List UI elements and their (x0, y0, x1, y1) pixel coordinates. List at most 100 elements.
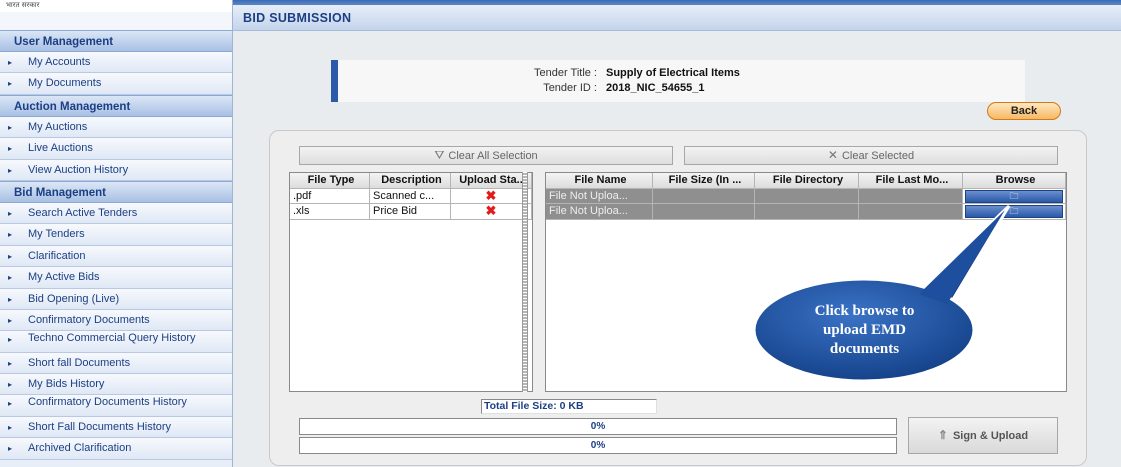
arrow-icon: ▸ (8, 208, 13, 218)
browse-folder-button[interactable]: 🗀 (965, 189, 1063, 203)
description-cell: Price Bid (370, 204, 451, 220)
total-file-size: Total File Size: 0 KB (481, 399, 657, 414)
arrow-icon: ▸ (8, 58, 13, 67)
tender-title-value: Supply of Electrical Items (606, 67, 740, 79)
sign-and-upload-label: Sign & Upload (952, 430, 1029, 442)
table-row[interactable]: .pdf Scanned c... ✖ (290, 188, 532, 204)
sidebar-item-label: My Accounts (28, 56, 91, 68)
upload-status-error-icon: ✖ (451, 204, 532, 220)
table-row[interactable]: .xls Price Bid ✖ (290, 204, 532, 220)
arrow-icon: ▸ (8, 230, 13, 240)
sidebar-item-label: My Tenders (28, 228, 85, 241)
sign-and-upload-button[interactable]: ⇑ Sign & Upload (908, 417, 1058, 454)
table-row[interactable]: File Not Uploa... 🗀 (546, 204, 1066, 220)
arrow-icon: ▸ (8, 165, 13, 175)
sidebar-item-label: Short Fall Documents History (28, 420, 172, 433)
tender-title-row: Tender Title : Supply of Electrical Item… (338, 67, 1025, 81)
upload-progress-bar-2: 0% (299, 437, 897, 454)
table-header: File Type Description Upload Sta... (290, 173, 532, 189)
column-header-description[interactable]: Description (370, 173, 451, 189)
file-size-cell (653, 204, 755, 220)
sidebar-item-label: Archived Clarification (28, 442, 132, 455)
arrow-icon: ▸ (8, 79, 13, 89)
column-header-file-directory[interactable]: File Directory (755, 173, 859, 189)
file-last-modified-cell (859, 188, 963, 204)
section-user-management: User Management (0, 30, 232, 52)
column-header-browse: Browse (963, 173, 1066, 189)
sidebar-item-label: Confirmatory Documents (28, 313, 150, 326)
browse-folder-button[interactable]: 🗀 (965, 205, 1063, 218)
sidebar-item-label: Bid Opening (Live) (28, 292, 120, 305)
sidebar-item-clarification[interactable]: ▸ Clarification (0, 245, 232, 268)
sidebar-item-label: Search Active Tenders (28, 206, 138, 219)
sidebar-item-label: Short fall Documents (28, 356, 131, 369)
clear-selected-label: Clear Selected (841, 150, 915, 162)
sidebar-item-label: Live Auctions (28, 142, 93, 155)
callout-text: Click browse to upload EMD documents (814, 302, 915, 357)
arrow-icon: ▸ (8, 294, 13, 304)
sidebar-item-my-auctions[interactable]: ▸ My Auctions (0, 116, 232, 139)
sidebar-item-label: My Bids History (28, 378, 105, 391)
sidebar-item-my-documents[interactable]: ▸ My Documents (0, 73, 232, 95)
section-bid-management: Bid Management (0, 180, 232, 203)
page-title: BID SUBMISSION (233, 5, 1121, 31)
sidebar-item-label: My Auctions (28, 120, 88, 133)
sidebar-item-label: Techno Commercial Query History (28, 332, 196, 345)
file-type-cell: .xls (290, 204, 370, 220)
table-header: File Name File Size (In ... File Directo… (546, 173, 1066, 189)
file-type-cell: .pdf (290, 188, 370, 204)
sidebar-item-label: My Active Bids (28, 271, 100, 284)
sidebar-item-label: View Auction History (28, 163, 129, 176)
sidebar-item-short-fall-documents[interactable]: ▸ Short fall Documents (0, 352, 232, 375)
clear-all-selection-button[interactable]: ⛛ Clear All Selection (299, 146, 673, 165)
sidebar-item-confirmatory-documents-history[interactable]: ▸ Confirmatory Documents History (0, 395, 232, 417)
table-row[interactable]: File Not Uploa... 🗀 (546, 188, 1066, 204)
sidebar-item-label: Clarification (28, 249, 86, 262)
arrow-icon: ▸ (8, 358, 13, 368)
sidebar-item-my-bids-history[interactable]: ▸ My Bids History (0, 374, 232, 396)
sidebar-item-bid-opening-live[interactable]: ▸ Bid Opening (Live) (0, 288, 232, 310)
tender-title-label: Tender Title : (534, 67, 597, 79)
sidebar-item-short-fall-documents-history[interactable]: ▸ Short Fall Documents History (0, 416, 232, 439)
arrow-icon: ▸ (8, 273, 13, 283)
column-header-upload-status[interactable]: Upload Sta... (451, 173, 532, 189)
column-header-file-size[interactable]: File Size (In ... (653, 173, 755, 189)
file-directory-cell (755, 188, 859, 204)
arrow-icon: ▸ (8, 380, 13, 390)
arrow-icon: ▸ (8, 444, 13, 454)
sidebar-item-view-auction-history[interactable]: ▸ View Auction History (0, 159, 232, 181)
tender-id-label: Tender ID : (543, 82, 597, 94)
tender-id-value: 2018_NIC_54655_1 (606, 82, 705, 94)
sidebar-item-my-active-bids[interactable]: ▸ My Active Bids (0, 267, 232, 289)
sidebar-item-confirmatory-documents[interactable]: ▸ Confirmatory Documents (0, 309, 232, 332)
column-header-file-name[interactable]: File Name (546, 173, 653, 189)
arrow-icon: ▸ (8, 315, 13, 325)
sidebar-item-label: Confirmatory Documents History (28, 396, 187, 409)
sidebar-item-techno-commercial-query-history[interactable]: ▸ Techno Commercial Query History (0, 331, 232, 353)
back-button[interactable]: Back (987, 102, 1061, 120)
column-header-file-last-modified[interactable]: File Last Mo... (859, 173, 963, 189)
close-icon: ✕ (827, 148, 838, 162)
clear-selected-button[interactable]: ✕ Clear Selected (684, 146, 1058, 165)
description-cell: Scanned c... (370, 188, 451, 204)
sidebar-item-my-tenders[interactable]: ▸ My Tenders (0, 224, 232, 246)
upload-status-error-icon: ✖ (451, 188, 532, 204)
section-auction-management: Auction Management (0, 94, 232, 117)
sidebar-spacer (0, 12, 232, 30)
sidebar-item-archived-clarification[interactable]: ▸ Archived Clarification (0, 438, 232, 460)
sidebar-item-search-active-tenders[interactable]: ▸ Search Active Tenders (0, 202, 232, 225)
file-name-cell: File Not Uploa... (546, 204, 653, 220)
upload-arrow-icon: ⇑ (937, 428, 948, 442)
sidebar: भारत सरकार User Management ▸ My Accounts … (0, 0, 233, 467)
folder-open-icon: 🗀 (1009, 206, 1019, 216)
table-splitter[interactable] (522, 172, 528, 392)
sidebar-item-live-auctions[interactable]: ▸ Live Auctions (0, 138, 232, 160)
column-header-file-type[interactable]: File Type (290, 173, 370, 189)
arrow-icon: ▸ (8, 422, 13, 432)
eraser-icon: ⛛ (434, 148, 445, 162)
sidebar-item-my-accounts[interactable]: ▸ My Accounts (0, 52, 232, 74)
arrow-icon: ▸ (8, 122, 13, 132)
upload-progress-bar-1: 0% (299, 418, 897, 435)
tender-id-row: Tender ID : 2018_NIC_54655_1 (338, 82, 1025, 96)
file-size-cell (653, 188, 755, 204)
